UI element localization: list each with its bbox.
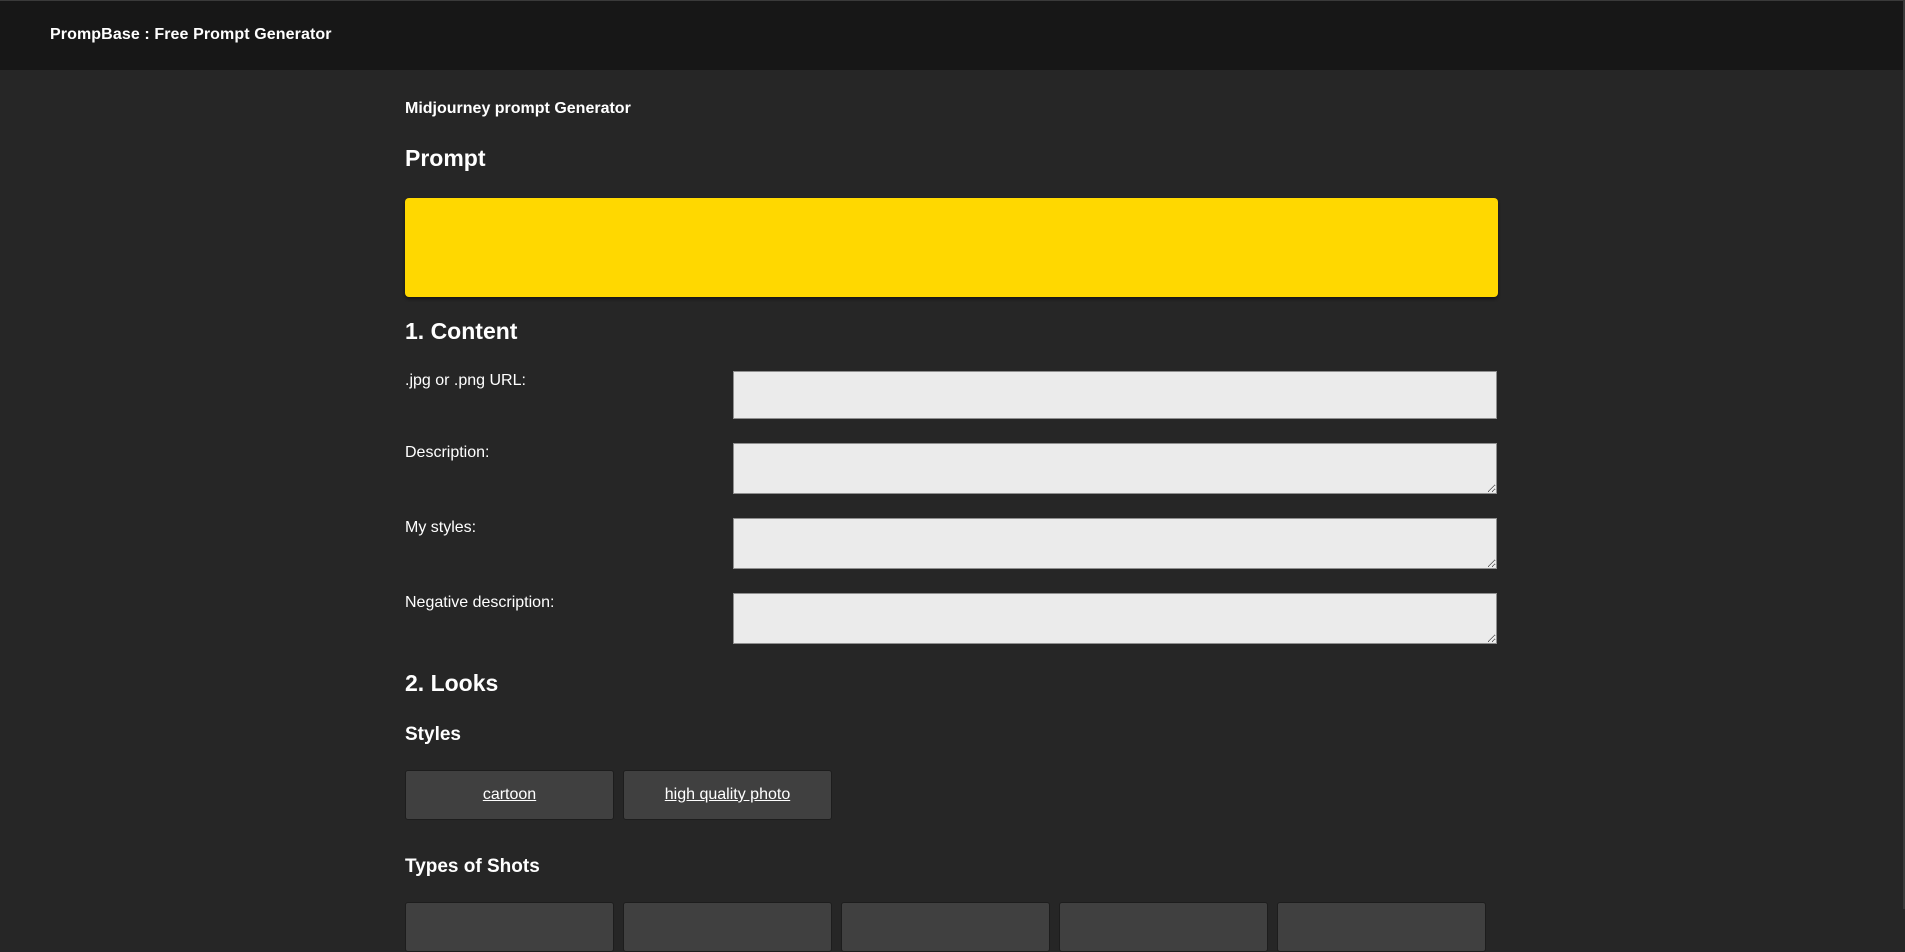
styles-chip-row: cartoon high quality photo bbox=[405, 770, 832, 820]
shot-chip[interactable] bbox=[1277, 902, 1486, 952]
shot-chip[interactable] bbox=[841, 902, 1050, 952]
description-label: Description: bbox=[405, 444, 490, 461]
content-section-heading: 1. Content bbox=[405, 318, 518, 344]
my-styles-textarea[interactable] bbox=[733, 518, 1497, 569]
main-content: Midjourney prompt Generator Prompt 1. Co… bbox=[405, 70, 1500, 952]
types-of-shots-heading: Types of Shots bbox=[405, 856, 540, 877]
shot-chip[interactable] bbox=[405, 902, 614, 952]
style-chip-cartoon[interactable]: cartoon bbox=[405, 770, 614, 820]
negative-description-label: Negative description: bbox=[405, 594, 555, 611]
styles-heading: Styles bbox=[405, 724, 461, 745]
negative-description-textarea[interactable] bbox=[733, 593, 1497, 644]
top-navbar: PrompBase : Free Prompt Generator bbox=[0, 0, 1905, 70]
shots-chip-row bbox=[405, 902, 1486, 952]
style-chip-high-quality-photo[interactable]: high quality photo bbox=[623, 770, 832, 820]
brand-title[interactable]: PrompBase : Free Prompt Generator bbox=[50, 26, 332, 44]
description-textarea[interactable] bbox=[733, 443, 1497, 494]
prompt-heading: Prompt bbox=[405, 145, 486, 171]
shot-chip[interactable] bbox=[623, 902, 832, 952]
image-url-label: .jpg or .png URL: bbox=[405, 372, 526, 389]
shot-chip[interactable] bbox=[1059, 902, 1268, 952]
image-url-input[interactable] bbox=[733, 371, 1497, 419]
my-styles-label: My styles: bbox=[405, 519, 477, 536]
looks-section-heading: 2. Looks bbox=[405, 670, 499, 696]
page-subtitle: Midjourney prompt Generator bbox=[405, 100, 631, 117]
prompt-output[interactable] bbox=[405, 198, 1498, 297]
